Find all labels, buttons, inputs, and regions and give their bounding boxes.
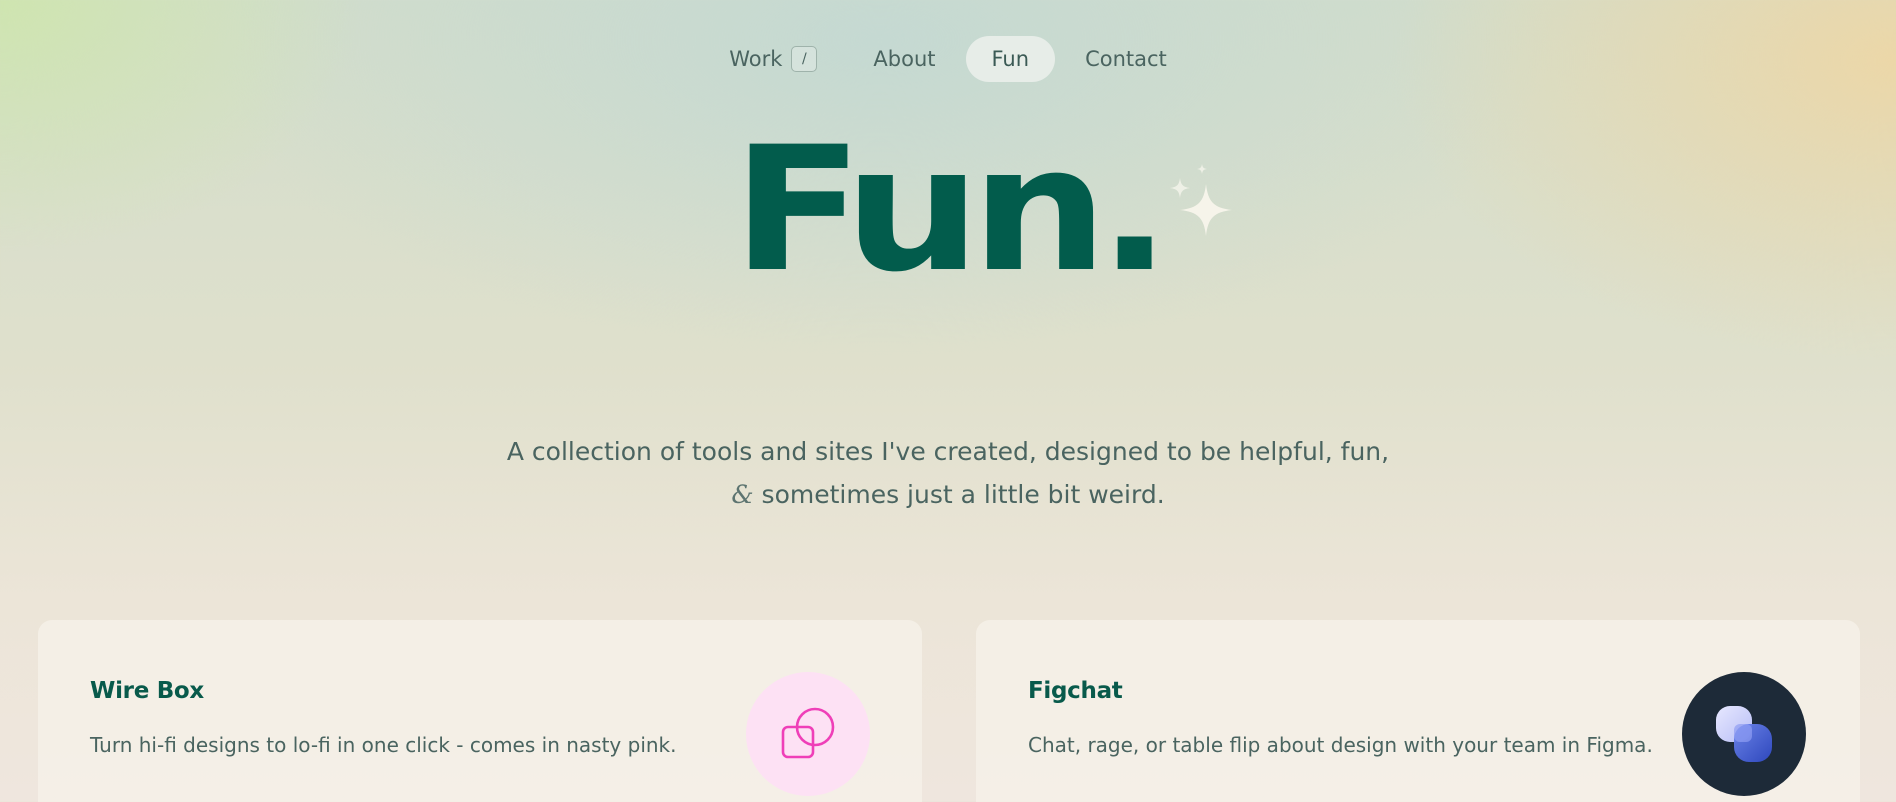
nav-item-work[interactable]: Work / bbox=[703, 36, 843, 82]
wire-box-icon bbox=[746, 672, 870, 796]
subtitle-line-2: & sometimes just a little bit weird. bbox=[0, 473, 1896, 516]
nav-item-contact[interactable]: Contact bbox=[1059, 36, 1193, 82]
project-card-figchat[interactable]: Figchat Chat, rage, or table flip about … bbox=[976, 620, 1860, 802]
subtitle-line-2-text: sometimes just a little bit weird. bbox=[753, 480, 1165, 509]
card-title: Figchat bbox=[1028, 678, 1123, 704]
card-description: Turn hi-fi designs to lo-fi in one click… bbox=[90, 733, 677, 757]
project-card-wire-box[interactable]: Wire Box Turn hi-fi designs to lo-fi in … bbox=[38, 620, 922, 802]
nav-item-contact-label: Contact bbox=[1085, 47, 1167, 71]
nav-item-about-label: About bbox=[873, 47, 936, 71]
nav-item-work-label: Work bbox=[729, 47, 783, 71]
main-nav: Work / About Fun Contact bbox=[0, 36, 1896, 82]
nav-item-fun-label: Fun bbox=[991, 47, 1030, 71]
card-description: Chat, rage, or table flip about design w… bbox=[1028, 733, 1653, 757]
subtitle-line-1: A collection of tools and sites I've cre… bbox=[506, 437, 1390, 466]
ampersand: & bbox=[731, 480, 754, 509]
card-title: Wire Box bbox=[90, 678, 204, 704]
nav-item-fun[interactable]: Fun bbox=[965, 36, 1056, 82]
page-subtitle: A collection of tools and sites I've cre… bbox=[0, 430, 1896, 516]
nav-item-about[interactable]: About bbox=[847, 36, 961, 82]
sparkles-icon bbox=[1170, 164, 1232, 236]
keyboard-shortcut-badge: / bbox=[791, 46, 818, 72]
page-title: Fun. bbox=[731, 109, 1171, 310]
figchat-icon bbox=[1682, 672, 1806, 796]
